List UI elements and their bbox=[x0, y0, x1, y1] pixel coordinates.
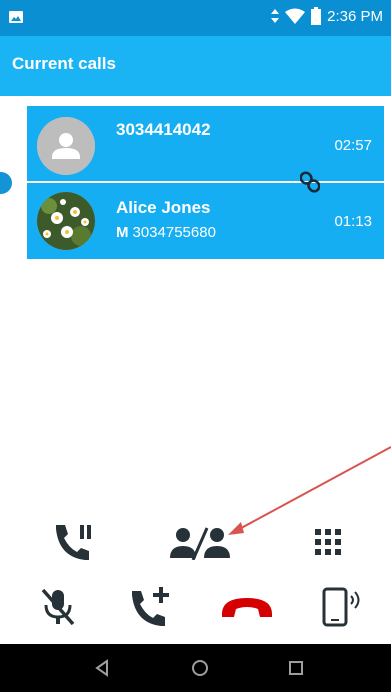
caller-number: 3034755680 bbox=[132, 224, 216, 241]
call-controls-row-1 bbox=[0, 520, 391, 564]
caller-number-line: M 3034755680 bbox=[116, 224, 216, 241]
speaker-button[interactable] bbox=[320, 585, 366, 629]
recents-button[interactable] bbox=[284, 656, 308, 680]
call-list: 3034414042 02:57 Alice Jones M 303475568… bbox=[27, 106, 384, 259]
data-arrows-icon bbox=[271, 9, 280, 23]
mute-off-icon bbox=[41, 588, 75, 626]
dialpad-button[interactable] bbox=[306, 520, 350, 564]
back-icon bbox=[95, 659, 108, 677]
call-controls-row-2 bbox=[0, 585, 391, 629]
mute-button[interactable] bbox=[36, 585, 80, 629]
end-call-icon bbox=[222, 598, 272, 617]
call-card-1[interactable]: 3034414042 02:57 bbox=[27, 106, 384, 183]
add-call-icon bbox=[132, 587, 169, 626]
back-button[interactable] bbox=[90, 656, 114, 680]
image-icon bbox=[9, 11, 23, 23]
caller-name: Alice Jones bbox=[116, 198, 211, 217]
contact-photo bbox=[37, 192, 95, 250]
navigation-bar bbox=[0, 644, 391, 692]
swap-calls-icon bbox=[170, 527, 230, 560]
recents-icon bbox=[289, 661, 303, 675]
end-call-button[interactable] bbox=[220, 585, 274, 629]
status-bar: 2:36 PM bbox=[0, 0, 391, 36]
hold-button[interactable] bbox=[52, 520, 96, 564]
hold-call-icon bbox=[56, 525, 91, 560]
app-bar: Current calls bbox=[0, 36, 391, 96]
wifi-icon bbox=[285, 8, 306, 24]
page-title: Current calls bbox=[12, 54, 116, 73]
link-icon bbox=[300, 171, 320, 193]
home-button[interactable] bbox=[188, 656, 212, 680]
home-icon bbox=[192, 660, 208, 676]
call-duration: 01:13 bbox=[334, 213, 372, 230]
caller-number: 3034414042 bbox=[116, 120, 211, 139]
number-type: M bbox=[116, 224, 129, 241]
status-time: 2:36 PM bbox=[327, 7, 383, 25]
swap-calls-button[interactable] bbox=[168, 520, 232, 564]
call-card-2[interactable]: Alice Jones M 3034755680 01:13 bbox=[27, 183, 384, 259]
battery-icon bbox=[311, 7, 322, 25]
default-contact-icon bbox=[37, 117, 95, 175]
speaker-phone-icon bbox=[322, 587, 360, 627]
status-icons: 2:36 PM bbox=[271, 7, 383, 25]
call-duration: 02:57 bbox=[334, 137, 372, 154]
conference-indicator bbox=[0, 172, 12, 194]
dialpad-icon bbox=[315, 529, 341, 555]
add-call-button[interactable] bbox=[128, 585, 172, 629]
